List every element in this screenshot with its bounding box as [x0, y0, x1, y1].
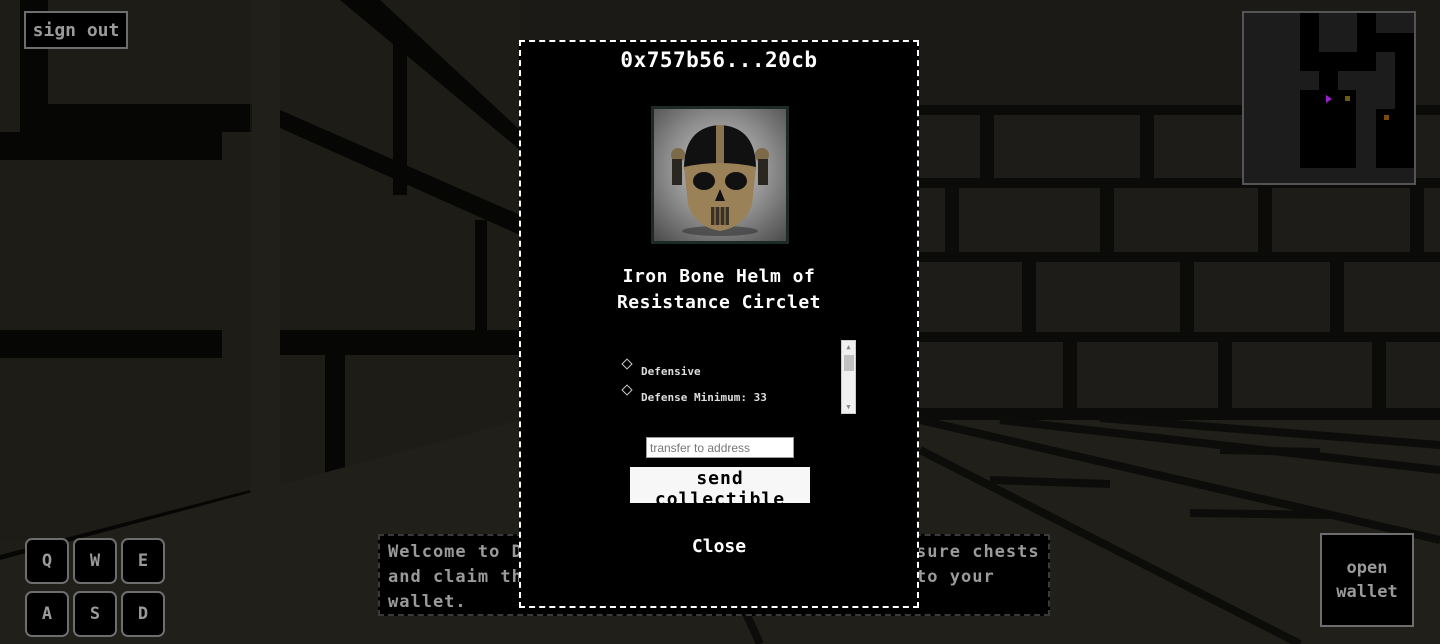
key-q[interactable]: Q	[25, 538, 69, 584]
attribute-item: Defensive	[619, 352, 857, 378]
collectible-name-line-1: Iron Bone Helm of	[622, 266, 816, 287]
collectible-name-line-2: Resistance Circlet	[616, 292, 822, 313]
key-a[interactable]: A	[25, 591, 69, 637]
skull-helm-icon	[671, 125, 769, 236]
owner-address: 0x757b56...20cb	[620, 48, 818, 72]
send-collectible-button[interactable]: send collectible	[630, 467, 810, 510]
item-marker-icon	[1384, 115, 1389, 120]
minimap	[1242, 11, 1416, 185]
key-d[interactable]: D	[121, 591, 165, 637]
chest-marker-icon	[1345, 96, 1350, 101]
minimap-canvas	[1244, 13, 1414, 183]
key-w[interactable]: W	[73, 538, 117, 584]
attribute-scrollbar[interactable]: ▲ ▼	[841, 340, 856, 414]
scrollbar-thumb[interactable]	[844, 355, 854, 371]
diamond-bullet-icon	[621, 384, 633, 396]
attribute-item: Defense Minimum: 33	[619, 378, 857, 404]
scroll-up-arrow-icon[interactable]: ▲	[842, 342, 855, 352]
attribute-text: Defensive	[641, 365, 701, 378]
attribute-list[interactable]: Defensive Defense Minimum: 33	[619, 340, 857, 414]
collectible-image	[651, 106, 789, 244]
attribute-text: Defense Minimum: 33	[641, 391, 767, 404]
collectible-name: Iron Bone Helm of Resistance Circlet	[521, 264, 917, 316]
scroll-down-arrow-icon[interactable]: ▼	[842, 402, 855, 412]
collectible-modal: 0x757b56...20cb Iron Bone Helm of Resist…	[519, 40, 919, 608]
diamond-bullet-icon	[621, 358, 633, 370]
sign-out-button[interactable]: sign out	[24, 11, 128, 49]
open-wallet-button[interactable]: open wallet	[1320, 533, 1414, 627]
key-e[interactable]: E	[121, 538, 165, 584]
transfer-address-input[interactable]	[646, 437, 794, 458]
close-button[interactable]: Close	[521, 536, 917, 557]
movement-keypad: Q W E A S D	[25, 538, 165, 637]
key-s[interactable]: S	[73, 591, 117, 637]
